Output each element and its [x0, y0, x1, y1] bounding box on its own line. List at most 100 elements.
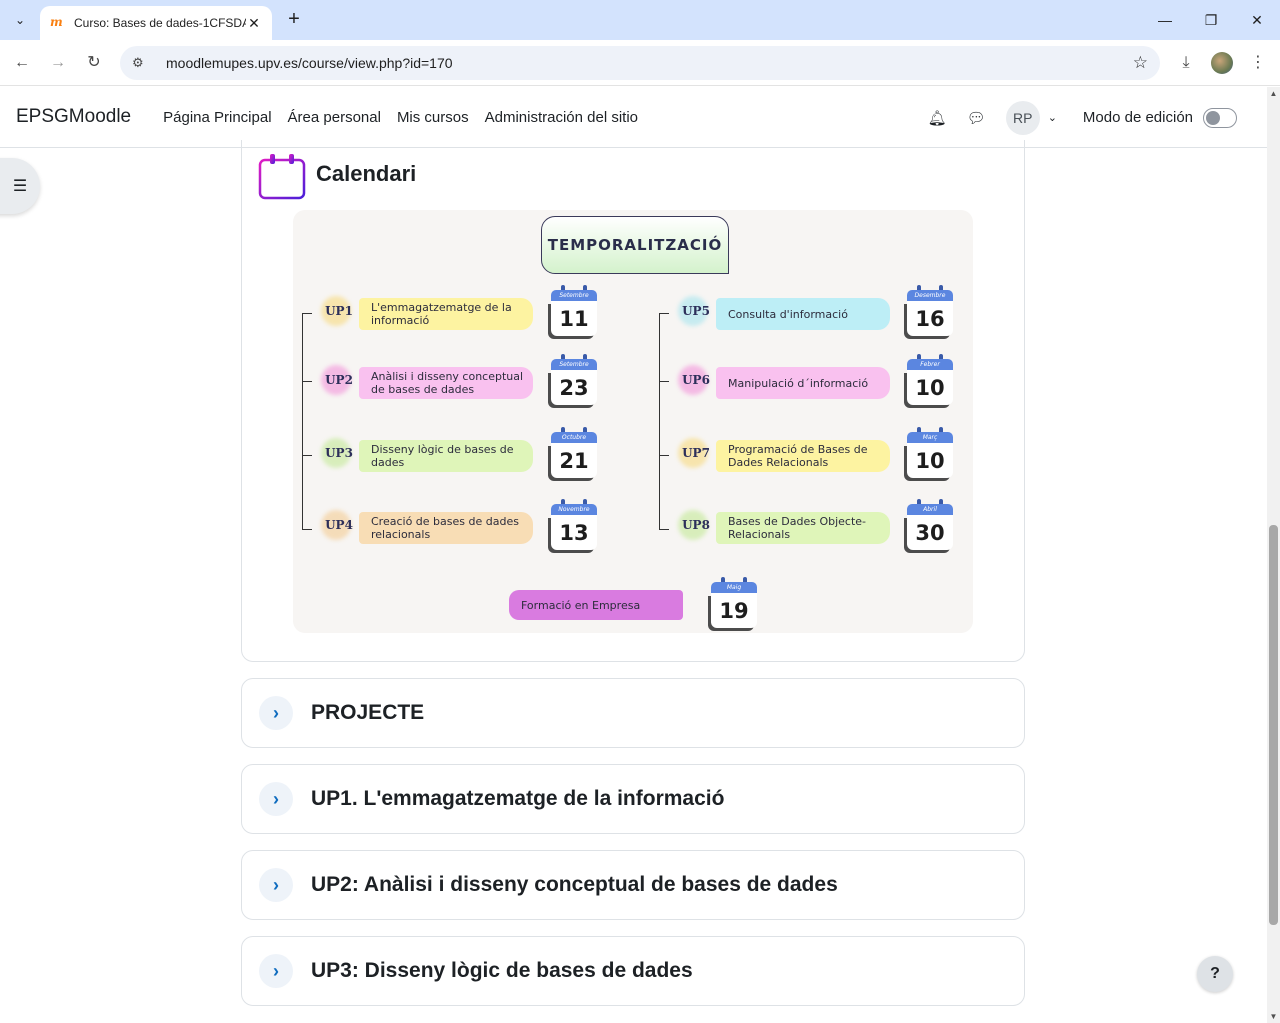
unit-day: 13 — [551, 515, 597, 550]
bracket-tick — [302, 529, 312, 530]
unit-code: UP6 — [682, 373, 710, 387]
unit-code-badge: UP5 — [676, 294, 716, 328]
help-button[interactable]: ? — [1197, 956, 1233, 992]
unit-code-badge: UP3 — [319, 436, 359, 470]
unit-code: UP8 — [682, 518, 710, 532]
download-icon[interactable]: ⤓ — [1174, 51, 1198, 75]
moodle-favicon-icon: m — [50, 15, 63, 29]
final-day: 19 — [711, 593, 757, 628]
scroll-thumb[interactable] — [1269, 525, 1278, 925]
browser-tab-bar: ⌄ m Curso: Bases de dades-1CFSDAM ✕ + — … — [0, 0, 1280, 40]
close-window-button[interactable]: ✕ — [1245, 8, 1269, 32]
site-brand[interactable]: EPSGMoodle — [16, 106, 131, 128]
course-index-toggle[interactable]: ☰ — [0, 158, 40, 214]
unit-day: 10 — [907, 443, 953, 478]
bracket-tick — [302, 381, 312, 382]
chevron-right-icon[interactable]: › — [259, 868, 293, 902]
url-text[interactable]: moodlemupes.upv.es/course/view.php?id=17… — [166, 55, 1133, 71]
unit-code: UP2 — [325, 373, 353, 387]
tab-close-icon[interactable]: ✕ — [246, 15, 262, 32]
nav-home[interactable]: Página Principal — [163, 109, 271, 126]
unit-date-badge: Setembre 23 — [549, 353, 599, 407]
tab-title: Curso: Bases de dades-1CFSDAM — [74, 16, 246, 30]
address-bar[interactable]: ⚙ moodlemupes.upv.es/course/view.php?id=… — [120, 46, 1160, 80]
unit-day: 23 — [551, 370, 597, 405]
unit-day: 11 — [551, 301, 597, 336]
chevron-right-icon[interactable]: › — [259, 782, 293, 816]
nav-my-courses[interactable]: Mis cursos — [397, 109, 469, 126]
user-avatar[interactable]: RP — [1005, 100, 1040, 135]
section-up2[interactable]: › UP2: Anàlisi i disseny conceptual de b… — [241, 850, 1025, 920]
unit-code: UP7 — [682, 446, 710, 460]
moodle-navbar: EPSGMoodle Página Principal Área persona… — [0, 87, 1267, 148]
unit-label: Creació de bases de dades relacionals — [371, 515, 519, 541]
section-title[interactable]: UP3: Disseny lògic de bases de dades — [311, 959, 693, 983]
unit-date-badge: Desembre 16 — [905, 284, 955, 338]
bracket-tick — [659, 455, 669, 456]
edit-mode-label: Modo de edición — [1082, 109, 1193, 126]
site-info-icon[interactable]: ⚙ — [132, 55, 152, 71]
unit-code-badge: UP7 — [676, 436, 716, 470]
final-date-badge: Maig 19 — [709, 576, 759, 630]
unit-date-badge: Març 10 — [905, 426, 955, 480]
browser-menu-icon[interactable]: ⋮ — [1246, 51, 1270, 75]
messages-chat-icon[interactable]: 💬︎ — [967, 109, 986, 127]
bracket-tick — [659, 529, 669, 530]
unit-code-badge: UP6 — [676, 363, 716, 397]
unit-code: UP5 — [682, 304, 710, 318]
chevron-right-icon[interactable]: › — [259, 954, 293, 988]
minimize-button[interactable]: — — [1153, 8, 1177, 32]
unit-date-badge: Novembre 13 — [549, 498, 599, 552]
bookmark-star-icon[interactable]: ☆ — [1133, 53, 1148, 73]
scroll-up-arrow-icon[interactable]: ▲ — [1267, 89, 1280, 98]
unit-day: 21 — [551, 443, 597, 478]
unit-code-badge: UP8 — [676, 508, 716, 542]
reload-button[interactable]: ↻ — [82, 51, 106, 75]
section-projecte[interactable]: › PROJECTE — [241, 678, 1025, 748]
unit-date-badge: Octubre 21 — [549, 426, 599, 480]
section-title-calendari: Calendari — [316, 161, 417, 186]
restore-button[interactable]: ❐ — [1199, 8, 1223, 32]
nav-site-admin[interactable]: Administración del sitio — [485, 109, 638, 126]
unit-label: Bases de Dades Objecte-Relacionals — [728, 515, 867, 541]
unit-code-badge: UP4 — [319, 508, 359, 542]
final-pill: Formació en Empresa — [509, 590, 683, 620]
unit-date-badge: Febrer 10 — [905, 353, 955, 407]
page-scrollbar[interactable]: ▲ ▼ — [1267, 87, 1280, 1023]
infographic-heading: TEMPORALITZACIÓ — [541, 216, 729, 274]
unit-code: UP4 — [325, 518, 353, 532]
unit-pill: L'emmagatzematge de la informació — [359, 298, 533, 330]
section-title[interactable]: UP1. L'emmagatzematge de la informació — [311, 787, 724, 811]
edit-mode-toggle[interactable] — [1203, 107, 1237, 128]
list-icon: ☰ — [12, 178, 28, 195]
scroll-down-arrow-icon[interactable]: ▼ — [1267, 1012, 1280, 1021]
unit-label: Disseny lògic de bases de dades — [371, 443, 514, 469]
unit-code-badge: UP1 — [319, 294, 359, 328]
section-title[interactable]: UP2: Anàlisi i disseny conceptual de bas… — [311, 873, 838, 897]
section-up3[interactable]: › UP3: Disseny lògic de bases de dades — [241, 936, 1025, 1006]
unit-label: Programació de Bases de Dades Relacional… — [728, 443, 868, 469]
chevron-right-icon[interactable]: › — [259, 696, 293, 730]
new-tab-button[interactable]: + — [282, 8, 306, 32]
unit-pill: Anàlisi i disseny conceptual de bases de… — [359, 367, 533, 399]
tab-search-button[interactable]: ⌄ — [8, 8, 32, 32]
section-up1[interactable]: › UP1. L'emmagatzematge de la informació — [241, 764, 1025, 834]
final-label: Formació en Empresa — [521, 598, 641, 612]
forward-button[interactable]: → — [46, 51, 70, 75]
unit-day: 10 — [907, 370, 953, 405]
right-bracket — [659, 313, 660, 529]
back-button[interactable]: ← — [10, 51, 34, 75]
active-tab[interactable]: m Curso: Bases de dades-1CFSDAM ✕ — [40, 6, 272, 40]
chevron-down-icon[interactable]: ⌄ — [1048, 111, 1057, 124]
nav-dashboard[interactable]: Área personal — [288, 109, 381, 126]
bracket-tick — [302, 455, 312, 456]
unit-label: Anàlisi i disseny conceptual de bases de… — [371, 370, 524, 396]
unit-date-badge: Abril 30 — [905, 498, 955, 552]
profile-avatar[interactable] — [1211, 52, 1233, 74]
notifications-bell-icon[interactable]: 🔔︎ — [928, 109, 947, 127]
bracket-tick — [659, 313, 669, 314]
unit-date-badge: Setembre 11 — [549, 284, 599, 338]
section-title[interactable]: PROJECTE — [311, 701, 424, 725]
unit-code: UP3 — [325, 446, 353, 460]
bracket-tick — [659, 381, 669, 382]
